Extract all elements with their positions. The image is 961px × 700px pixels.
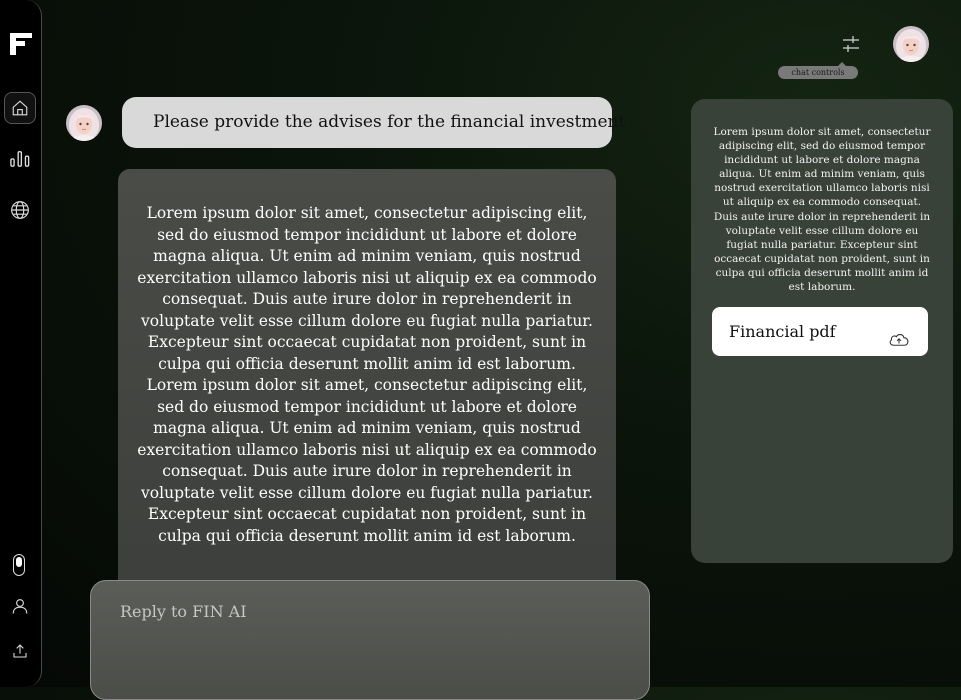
financial-pdf-card[interactable]: Financial pdf — [712, 307, 928, 356]
user-avatar — [66, 105, 102, 141]
nav-analytics-button[interactable] — [4, 142, 36, 174]
user-message-bubble: Please provide the advises for the finan… — [122, 97, 625, 148]
nav-upload-button[interactable] — [4, 635, 36, 667]
sliders-icon — [843, 36, 859, 52]
user-icon — [12, 599, 28, 614]
home-icon — [12, 100, 28, 116]
reply-input[interactable]: Reply to FIN AI — [90, 580, 650, 700]
ai-response-paragraph: Lorem ipsum dolor sit amet, consectetur … — [137, 376, 597, 545]
user-message-text: Please provide the advises for the finan… — [153, 112, 626, 132]
chat-controls-tooltip: chat controls — [778, 62, 858, 79]
side-panel-text: Lorem ipsum dolor sit amet, consectetur … — [713, 126, 931, 294]
cloud-upload-icon[interactable] — [888, 331, 910, 347]
logo-icon[interactable] — [9, 32, 33, 56]
chat-controls-button[interactable] — [840, 33, 862, 55]
toggle-knob — [16, 557, 22, 567]
nav-home-button[interactable] — [4, 92, 36, 124]
sidebar — [0, 0, 42, 687]
globe-icon — [11, 201, 29, 219]
upload-icon — [13, 644, 27, 658]
profile-avatar[interactable] — [893, 26, 929, 62]
toggle-icon[interactable] — [13, 554, 25, 576]
nav-globe-button[interactable] — [4, 194, 36, 226]
side-panel: Lorem ipsum dolor sit amet, consectetur … — [691, 99, 953, 563]
ai-response-bubble: Lorem ipsum dolor sit amet, consectetur … — [118, 169, 616, 599]
nav-profile-button[interactable] — [4, 590, 36, 622]
ai-response-paragraph: Lorem ipsum dolor sit amet, consectetur … — [137, 204, 597, 373]
file-label: Financial pdf — [729, 322, 836, 341]
bar-chart-icon — [10, 150, 30, 167]
reply-placeholder: Reply to FIN AI — [120, 602, 247, 621]
